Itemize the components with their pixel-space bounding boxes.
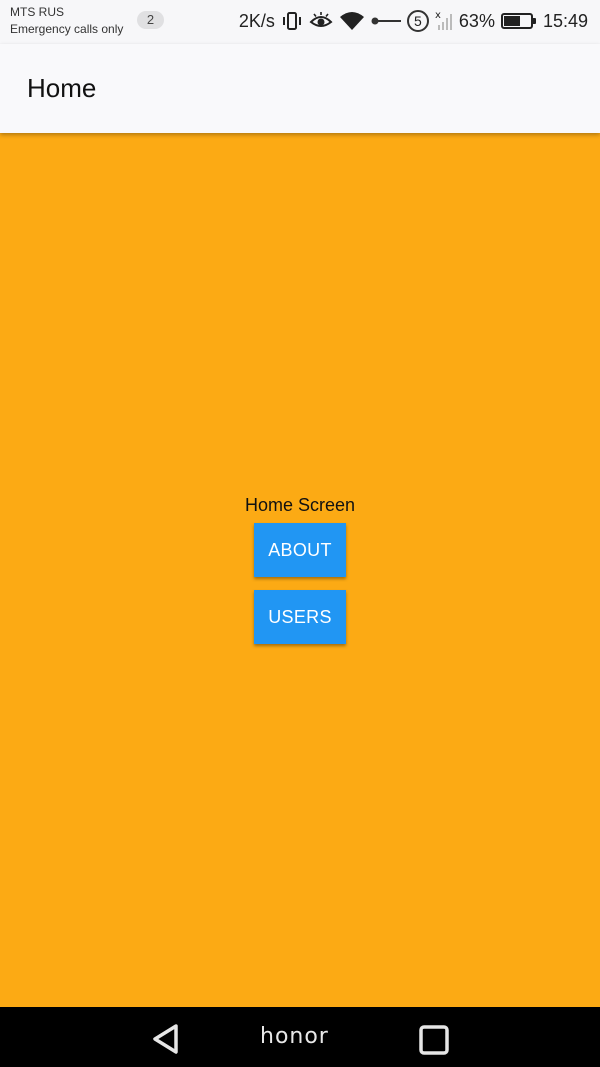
back-icon[interactable] xyxy=(149,1022,183,1061)
carrier-name: MTS RUS xyxy=(10,5,64,19)
carrier-info: MTS RUS Emergency calls only xyxy=(10,4,123,38)
recent-apps-icon[interactable] xyxy=(418,1024,450,1061)
svg-text:x: x xyxy=(435,10,441,21)
main-content: Home Screen ABOUT USERS xyxy=(0,495,600,644)
sim-slot-number: 5 xyxy=(414,13,422,29)
battery-level xyxy=(503,16,520,26)
no-signal-icon: x xyxy=(435,10,453,32)
battery-percent: 63% xyxy=(458,10,495,31)
screen-label: Home Screen xyxy=(244,495,356,515)
status-icons: 2K/s 5 x 63% 15:49 xyxy=(239,8,588,34)
vibrate-icon xyxy=(281,10,303,32)
eye-comfort-icon xyxy=(309,10,333,32)
navigation-bar: honor xyxy=(0,1007,600,1067)
about-button[interactable]: ABOUT xyxy=(254,523,346,577)
sim-link-icon xyxy=(371,10,401,32)
sim-slot-icon: 5 xyxy=(406,10,429,32)
clock: 15:49 xyxy=(542,10,588,31)
carrier-note: Emergency calls only xyxy=(10,22,124,36)
app-bar: Home xyxy=(0,44,600,133)
wifi-icon xyxy=(339,10,365,32)
battery-icon xyxy=(500,13,536,29)
brand-logo: honor xyxy=(260,1024,329,1049)
users-button[interactable]: USERS xyxy=(254,590,346,644)
page-title: Home xyxy=(27,73,97,103)
notification-count-badge: 2 xyxy=(137,11,164,29)
status-bar: MTS RUS Emergency calls only 2 2K/s 5 x … xyxy=(0,0,600,44)
home-screen: MTS RUS Emergency calls only 2 2K/s 5 x … xyxy=(0,0,600,1067)
network-speed: 2K/s xyxy=(238,10,275,31)
